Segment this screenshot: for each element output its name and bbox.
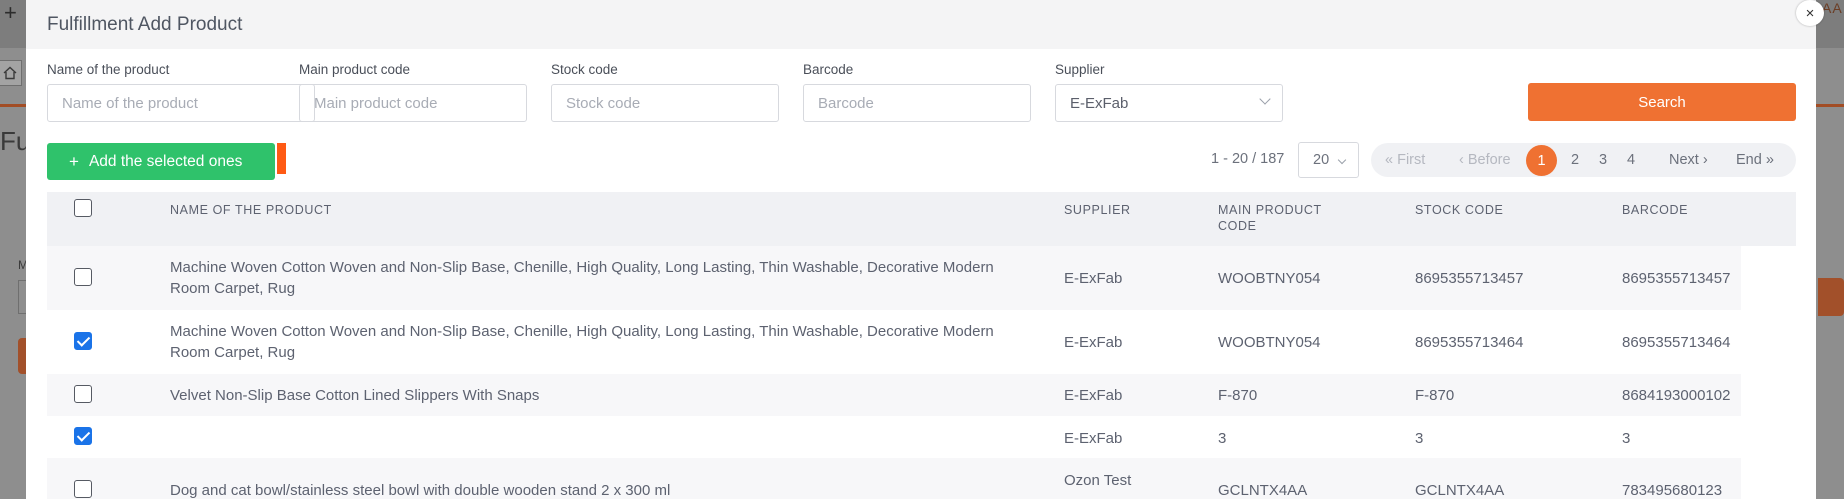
pagination: « First ‹ Before 1 2 3 4 Next › End » bbox=[1371, 143, 1796, 177]
pagination-end[interactable]: End » bbox=[1736, 152, 1774, 168]
table-row: Velvet Non-Slip Base Cotton Lined Slippe… bbox=[47, 374, 1741, 416]
column-stock-code: STOCK CODE bbox=[1415, 203, 1504, 217]
main-code-filter: Main product code Main product code bbox=[299, 62, 527, 122]
column-barcode: BARCODE bbox=[1622, 203, 1689, 217]
per-page-select[interactable]: 20 bbox=[1298, 142, 1359, 178]
add-selected-button[interactable]: + Add the selected ones bbox=[47, 143, 275, 180]
per-page-value: 20 bbox=[1313, 152, 1330, 168]
product-name: Velvet Non-Slip Base Cotton Lined Slippe… bbox=[170, 387, 540, 404]
main-code-cell: GCLNTX4AA bbox=[1218, 482, 1308, 499]
column-supplier: SUPPLIER bbox=[1064, 203, 1131, 217]
home-icon bbox=[0, 60, 22, 86]
close-button[interactable]: × bbox=[1796, 0, 1824, 26]
table-header: NAME OF THE PRODUCT SUPPLIER MAIN PRODUC… bbox=[47, 192, 1796, 246]
main-code-cell: F-870 bbox=[1218, 387, 1258, 404]
stock-code-cell: 8695355713464 bbox=[1415, 334, 1524, 351]
stock-code-filter: Stock code Stock code bbox=[551, 62, 779, 122]
pagination-page-1[interactable]: 1 bbox=[1526, 145, 1557, 176]
barcode-cell: 783495680123 bbox=[1622, 482, 1723, 499]
row-checkbox[interactable] bbox=[74, 332, 92, 350]
close-icon: × bbox=[1805, 4, 1815, 22]
product-name: Dog and cat bowl/stainless steel bowl wi… bbox=[170, 482, 671, 499]
supplier-cell: E-ExFab bbox=[1064, 430, 1123, 447]
background-right-button bbox=[1818, 278, 1844, 316]
row-checkbox[interactable] bbox=[74, 427, 92, 445]
pagination-next[interactable]: Next › bbox=[1669, 152, 1708, 168]
table-row: Machine Woven Cotton Woven and Non-Slip … bbox=[47, 310, 1741, 374]
barcode-filter: Barcode Barcode bbox=[803, 62, 1031, 122]
column-main-code: MAIN PRODUCT CODE bbox=[1218, 202, 1322, 234]
barcode-label: Barcode bbox=[803, 62, 854, 77]
stock-code-input[interactable]: Stock code bbox=[551, 84, 779, 122]
modal-title: Fulfillment Add Product bbox=[47, 13, 243, 35]
background-topbar-text: AA bbox=[1822, 0, 1843, 16]
search-button[interactable]: Search bbox=[1528, 83, 1796, 121]
barcode-cell: 8695355713457 bbox=[1622, 270, 1731, 287]
product-name: Machine Woven Cotton Woven and Non-Slip … bbox=[170, 323, 994, 361]
product-name-filter: Name of the product Name of the product bbox=[47, 62, 315, 122]
main-code-cell: 3 bbox=[1218, 430, 1227, 447]
supplier-filter: Supplier E-ExFab bbox=[1055, 62, 1283, 122]
product-name-input[interactable]: Name of the product bbox=[47, 84, 315, 122]
main-code-cell: WOOBTNY054 bbox=[1218, 334, 1321, 351]
barcode-cell: 8684193000102 bbox=[1622, 387, 1731, 404]
add-selected-label: Add the selected ones bbox=[88, 152, 243, 170]
barcode-input[interactable]: Barcode bbox=[803, 84, 1031, 122]
stock-code-label: Stock code bbox=[551, 62, 618, 77]
stock-code-cell: 8695355713457 bbox=[1415, 270, 1524, 287]
select-all-checkbox[interactable] bbox=[74, 199, 92, 217]
column-main-code-line1: MAIN PRODUCT bbox=[1218, 203, 1322, 217]
add-product-modal: Fulfillment Add Product Name of the prod… bbox=[26, 0, 1816, 499]
background-button bbox=[18, 338, 26, 374]
main-code-label: Main product code bbox=[299, 62, 411, 77]
supplier-cell: E-ExFab bbox=[1064, 387, 1123, 404]
supplier-label: Supplier bbox=[1055, 62, 1105, 77]
background-input bbox=[18, 280, 26, 314]
pagination-before[interactable]: ‹ Before bbox=[1459, 152, 1511, 168]
product-name: Machine Woven Cotton Woven and Non-Slip … bbox=[170, 259, 994, 297]
column-name: NAME OF THE PRODUCT bbox=[170, 203, 332, 217]
plus-icon: + bbox=[69, 151, 79, 171]
row-checkbox[interactable] bbox=[74, 385, 92, 403]
row-checkbox[interactable] bbox=[74, 268, 92, 286]
column-main-code-line2: CODE bbox=[1218, 219, 1257, 233]
pagination-page-3[interactable]: 3 bbox=[1599, 152, 1607, 168]
table-row: Machine Woven Cotton Woven and Non-Slip … bbox=[47, 246, 1741, 310]
supplier-cell: E-ExFab bbox=[1064, 334, 1123, 351]
supplier-select[interactable]: E-ExFab bbox=[1055, 84, 1283, 122]
stock-code-cell: 3 bbox=[1415, 430, 1424, 447]
background-plus-icon: + bbox=[4, 0, 17, 25]
stock-code-cell: F-870 bbox=[1415, 387, 1455, 404]
main-code-cell: WOOBTNY054 bbox=[1218, 270, 1321, 287]
result-range: 1 - 20 / 187 bbox=[1211, 151, 1285, 167]
pagination-page-2[interactable]: 2 bbox=[1571, 152, 1579, 168]
supplier-cell: Ozon Test bbox=[1064, 472, 1132, 489]
barcode-cell: 3 bbox=[1622, 430, 1631, 447]
product-name-label: Name of the product bbox=[47, 62, 170, 77]
orange-marker bbox=[277, 143, 286, 174]
modal-header: Fulfillment Add Product bbox=[26, 0, 1816, 49]
row-checkbox[interactable] bbox=[74, 480, 92, 498]
pagination-page-4[interactable]: 4 bbox=[1627, 152, 1635, 168]
chevron-down-icon bbox=[1337, 155, 1347, 165]
pagination-first[interactable]: « First bbox=[1385, 152, 1425, 168]
main-code-input[interactable]: Main product code bbox=[299, 84, 527, 122]
table-row: E-ExFab 3 3 3 bbox=[47, 416, 1741, 458]
stock-code-cell: GCLNTX4AA bbox=[1415, 482, 1505, 499]
supplier-cell: E-ExFab bbox=[1064, 270, 1123, 287]
table-row: Dog and cat bowl/stainless steel bowl wi… bbox=[47, 458, 1741, 499]
barcode-cell: 8695355713464 bbox=[1622, 334, 1731, 351]
